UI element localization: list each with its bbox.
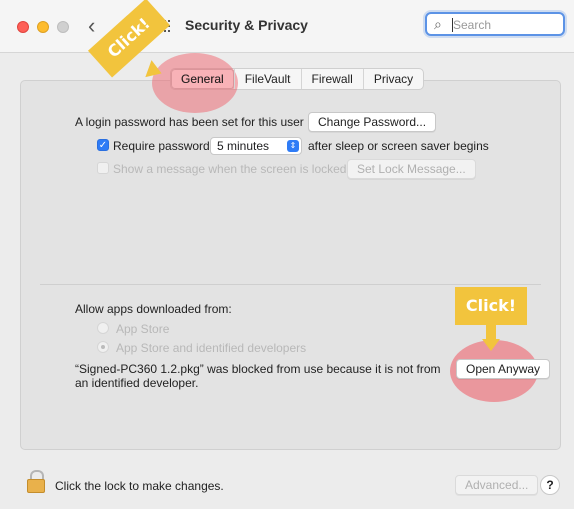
require-password-checkbox[interactable]: ✓ [97,139,109,151]
callout-open-anyway-arrow [482,339,500,351]
advanced-button[interactable]: Advanced... [455,475,539,495]
tab-privacy[interactable]: Privacy [364,69,423,89]
search-icon: ⌕ [434,16,442,32]
title-bar: ‹ Security & Privacy ⌕ Search [0,0,574,53]
radio-app-store-identified-label: App Store and identified developers [116,341,307,355]
change-password-button[interactable]: Change Password... [308,112,437,132]
require-password-value: 5 minutes [217,139,270,153]
require-password-select[interactable]: 5 minutes ⇕ [210,137,302,155]
zoom-window-button[interactable] [57,21,69,33]
chevron-left-icon[interactable]: ‹ [88,14,106,38]
login-password-text: A login password has been set for this u… [75,115,304,129]
blocked-message-line1: “Signed-PC360 1.2.pkg” was blocked from … [75,362,441,376]
show-message-checkbox[interactable] [97,162,109,174]
close-window-button[interactable] [17,21,29,33]
tab-general-overlay[interactable]: General [171,69,235,89]
radio-app-store-identified[interactable] [97,341,109,353]
radio-app-store-label: App Store [116,322,170,336]
lock-icon[interactable] [27,470,45,494]
open-anyway-button[interactable]: Open Anyway [456,359,551,379]
set-lock-message-button[interactable]: Set Lock Message... [347,159,476,179]
help-button[interactable]: ? [540,475,560,495]
select-arrows-icon: ⇕ [287,140,299,152]
tab-filevault[interactable]: FileVault [235,69,302,89]
minimize-window-button[interactable] [37,21,49,33]
allow-apps-label: Allow apps downloaded from: [75,302,232,316]
search-placeholder: Search [453,18,492,32]
security-privacy-window: ‹ Security & Privacy ⌕ Search General Fi… [0,0,574,509]
search-input[interactable]: ⌕ Search [425,12,565,36]
blocked-message-line2: an identified developer. [75,376,199,390]
window-title: Security & Privacy [185,17,308,33]
require-password-label: Require password [113,139,210,153]
callout-open-anyway: Click! [455,287,527,325]
radio-app-store[interactable] [97,322,109,334]
section-divider [40,284,541,285]
show-message-label: Show a message when the screen is locked [113,162,347,176]
after-sleep-text: after sleep or screen saver begins [308,139,489,153]
tab-firewall[interactable]: Firewall [302,69,364,89]
lock-text: Click the lock to make changes. [55,479,224,493]
